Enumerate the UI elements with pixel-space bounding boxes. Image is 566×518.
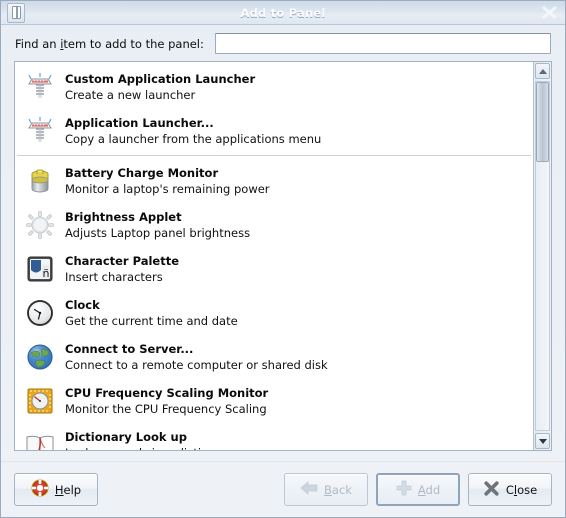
character-palette-icon: ñ <box>23 252 57 286</box>
list-item-texts: Character Palette Insert characters <box>65 254 179 284</box>
search-label-suffix: tem to add to the panel: <box>63 36 204 51</box>
scrollbar-thumb[interactable] <box>536 82 549 163</box>
search-input[interactable] <box>214 33 551 54</box>
back-arrow-icon <box>300 481 318 498</box>
list-item-description: Adjusts Laptop panel brightness <box>65 225 251 240</box>
help-button[interactable]: Help <box>14 473 98 506</box>
globe-icon <box>23 340 57 374</box>
scroll-down-glyph <box>538 438 547 444</box>
list-item-texts: Clock Get the current time and date <box>65 298 238 328</box>
applet-list-inner: Custom Application Launcher Create a new … <box>15 62 533 450</box>
list-separator <box>17 155 531 156</box>
page-title: Add to Panel <box>240 5 326 20</box>
help-label-rest: elp <box>63 482 82 497</box>
brightness-icon <box>23 208 57 242</box>
dialog-button-bar: Help Back Add Close <box>1 461 565 517</box>
launcher-icon <box>23 70 57 104</box>
list-item-title: Clock <box>65 298 100 313</box>
add-mnemonic: A <box>417 482 426 497</box>
list-item[interactable]: Custom Application Launcher Create a new … <box>15 65 533 109</box>
clock-icon <box>23 296 57 330</box>
search-row: Find an item to add to the panel: <box>1 25 565 61</box>
list-item-title: Character Palette <box>65 254 180 269</box>
list-item-title: Connect to Server... <box>65 342 194 357</box>
titlebar[interactable]: Add to Panel <box>1 1 565 25</box>
list-item-texts: Custom Application Launcher Create a new … <box>65 72 255 102</box>
list-item-title: Brightness Applet <box>65 210 182 225</box>
back-label-rest: ack <box>331 482 352 497</box>
dictionary-book-icon <box>23 428 57 450</box>
list-item-description: Create a new launcher <box>65 87 196 102</box>
window-menu-glyph <box>11 6 21 19</box>
list-item-title: Custom Application Launcher <box>65 72 256 87</box>
list-item-description: Get the current time and date <box>65 313 238 328</box>
add-label-rest: dd <box>425 482 441 497</box>
list-item[interactable]: Connect to Server... Connect to a remote … <box>15 335 533 379</box>
list-item-title: Application Launcher... <box>65 116 214 131</box>
close-label-prefix: C <box>505 482 514 497</box>
list-item-description: Insert characters <box>65 269 163 284</box>
battery-icon <box>23 164 57 198</box>
list-item-texts: CPU Frequency Scaling Monitor Monitor the… <box>65 386 268 416</box>
list-item-title: Dictionary Look up <box>65 430 187 445</box>
list-item[interactable]: Clock Get the current time and date <box>15 291 533 335</box>
list-item[interactable]: Application Launcher... Copy a launcher f… <box>15 109 533 153</box>
close-button-label: Close <box>506 483 537 497</box>
applet-list-area: Custom Application Launcher Create a new … <box>14 61 552 451</box>
launcher-icon <box>23 114 57 148</box>
cpu-chip-icon <box>23 384 57 418</box>
back-mnemonic: B <box>324 482 332 497</box>
help-lifering-icon <box>31 479 49 500</box>
close-icon[interactable] <box>537 2 561 23</box>
help-mnemonic: H <box>54 482 64 497</box>
back-button[interactable]: Back <box>284 473 368 506</box>
plus-icon <box>396 480 412 499</box>
close-button[interactable]: Close <box>468 473 552 506</box>
list-item-title: Battery Charge Monitor <box>65 166 219 181</box>
list-item[interactable]: CPU Frequency Scaling Monitor Monitor the… <box>15 379 533 423</box>
list-item-description: Connect to a remote computer or shared d… <box>65 357 328 372</box>
add-button-label: Add <box>418 483 440 497</box>
add-to-panel-dialog: Add to Panel Find an item to add to the … <box>0 0 566 518</box>
list-item[interactable]: Battery Charge Monitor Monitor a laptop's… <box>15 159 533 203</box>
list-item-texts: Application Launcher... Copy a launcher f… <box>65 116 321 146</box>
list-item-texts: Dictionary Look upLook up words in a dic… <box>65 430 234 450</box>
close-x-icon <box>483 480 500 500</box>
vertical-scrollbar[interactable] <box>533 62 551 450</box>
list-item[interactable]: Dictionary Look upLook up words in a dic… <box>15 423 533 450</box>
search-label-prefix: Find an <box>15 36 61 51</box>
list-item-texts: Battery Charge Monitor Monitor a laptop's… <box>65 166 270 196</box>
list-item[interactable]: Brightness Applet Adjusts Laptop panel br… <box>15 203 533 247</box>
scroll-up-glyph <box>538 68 547 74</box>
list-item-description: Monitor a laptop's remaining power <box>65 181 270 196</box>
list-item-description: Look up words in a dictionary <box>65 446 234 451</box>
window-menu-icon[interactable] <box>7 2 25 23</box>
scrollbar-track[interactable] <box>535 81 550 431</box>
close-label-rest: ose <box>517 482 538 497</box>
svg-text:ñ: ñ <box>43 267 50 280</box>
list-item-description: Copy a launcher from the applications me… <box>65 131 322 146</box>
list-item-title: CPU Frequency Scaling Monitor <box>65 386 269 401</box>
scroll-up-arrow-icon[interactable] <box>535 63 550 79</box>
back-button-label: Back <box>324 483 352 497</box>
list-item-description: Monitor the CPU Frequency Scaling <box>65 401 267 416</box>
list-item-texts: Brightness Applet Adjusts Laptop panel br… <box>65 210 250 240</box>
search-label: Find an item to add to the panel: <box>15 37 204 51</box>
help-button-label: Help <box>55 483 81 497</box>
list-item[interactable]: ñ Character Palette Insert characters <box>15 247 533 291</box>
add-button[interactable]: Add <box>376 473 460 506</box>
scroll-down-arrow-icon[interactable] <box>535 433 550 449</box>
applet-list[interactable]: Custom Application Launcher Create a new … <box>15 62 533 450</box>
list-item-texts: Connect to Server... Connect to a remote … <box>65 342 328 372</box>
